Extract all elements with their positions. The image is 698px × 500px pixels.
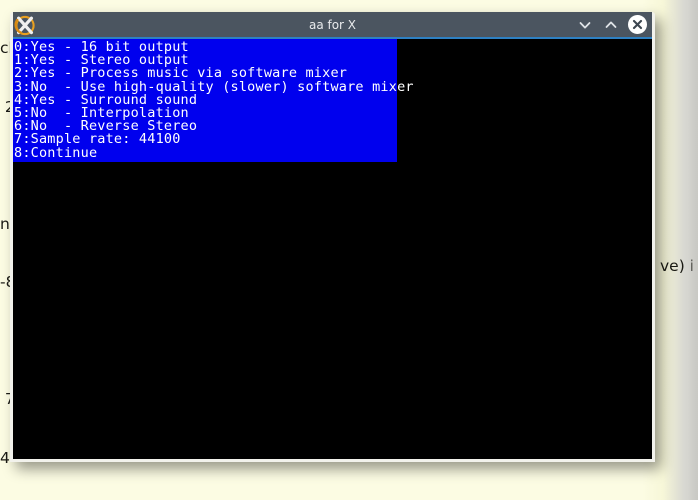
screen: ckage osspd. 2 f 15 . . . nc -82 . 75 4 …	[0, 0, 698, 500]
window-title: aa for X	[308, 17, 357, 32]
aa-terminal-client-area[interactable]: 0:Yes - 16 bit output 1:Yes - Stereo out…	[13, 39, 652, 459]
close-button[interactable]	[628, 15, 647, 34]
sound-options-menu[interactable]: 0:Yes - 16 bit output 1:Yes - Stereo out…	[13, 39, 414, 162]
screen-edge-shading	[688, 0, 698, 500]
window-controls	[576, 15, 652, 34]
maximize-button[interactable]	[602, 16, 619, 33]
aa-for-x-window[interactable]: aa for X 0:Yes - 16 bit output 1:Yes - S…	[10, 12, 655, 462]
xfree86-x-logo-icon	[14, 14, 36, 36]
minimize-button[interactable]	[576, 16, 593, 33]
shell-prompt-area: .1# ^C .1# bb	[0, 463, 698, 500]
window-titlebar[interactable]: aa for X	[13, 12, 652, 39]
menu-item-8[interactable]: 8:Continue	[13, 146, 397, 160]
